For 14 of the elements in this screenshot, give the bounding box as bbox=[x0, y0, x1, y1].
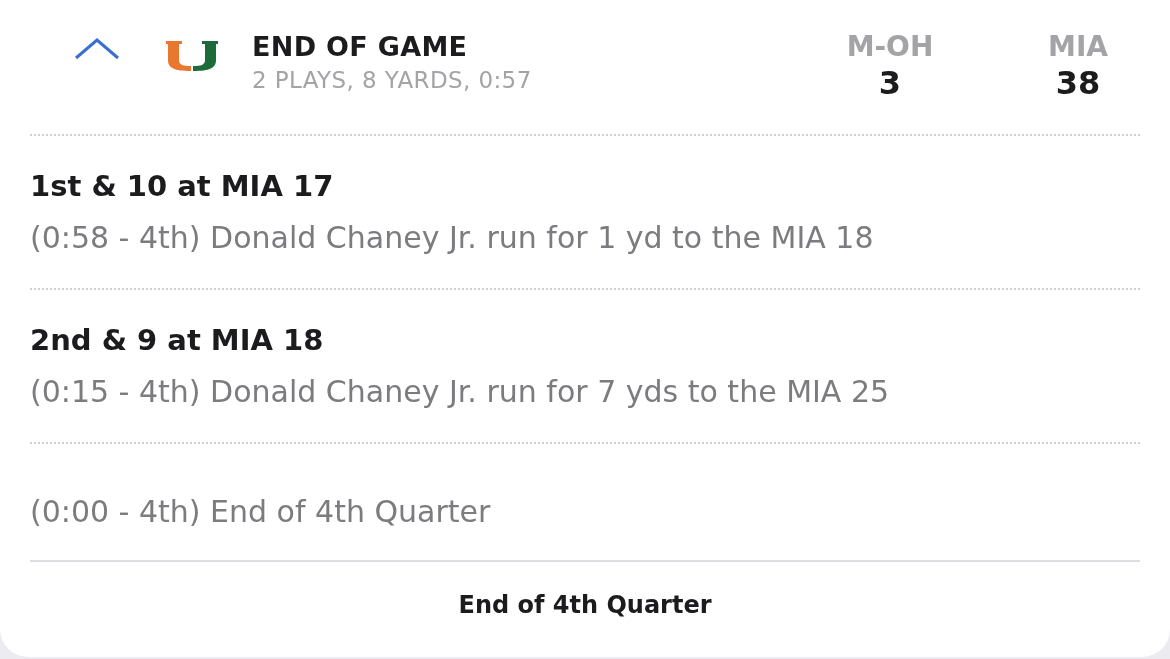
play-description: (0:15 - 4th) Donald Chaney Jr. run for 7 yds to the MIA 25 bbox=[30, 373, 891, 411]
team-abbreviation: M-OH bbox=[846, 30, 934, 64]
play-description: (0:58 - 4th) Donald Chaney Jr. run for 1 yd to the MIA 18 bbox=[30, 219, 875, 257]
play-description: (0:00 - 4th) End of 4th Quarter bbox=[30, 493, 492, 531]
down-and-distance: 2nd & 9 at MIA 18 bbox=[30, 322, 325, 359]
team-abbreviation: MIA bbox=[1048, 30, 1108, 64]
team-score: 3 bbox=[878, 64, 902, 102]
quarter-end-label: End of 4th Quarter bbox=[458, 590, 712, 621]
chevron-up-icon[interactable] bbox=[74, 38, 120, 60]
down-and-distance: 1st & 10 at MIA 17 bbox=[30, 168, 335, 205]
drive-summary: 2 PLAYS, 8 YARDS, 0:57 bbox=[252, 66, 532, 95]
u-logo-icon bbox=[164, 40, 220, 72]
team-score: 38 bbox=[1055, 64, 1101, 102]
drive-title: END OF GAME bbox=[252, 30, 469, 64]
